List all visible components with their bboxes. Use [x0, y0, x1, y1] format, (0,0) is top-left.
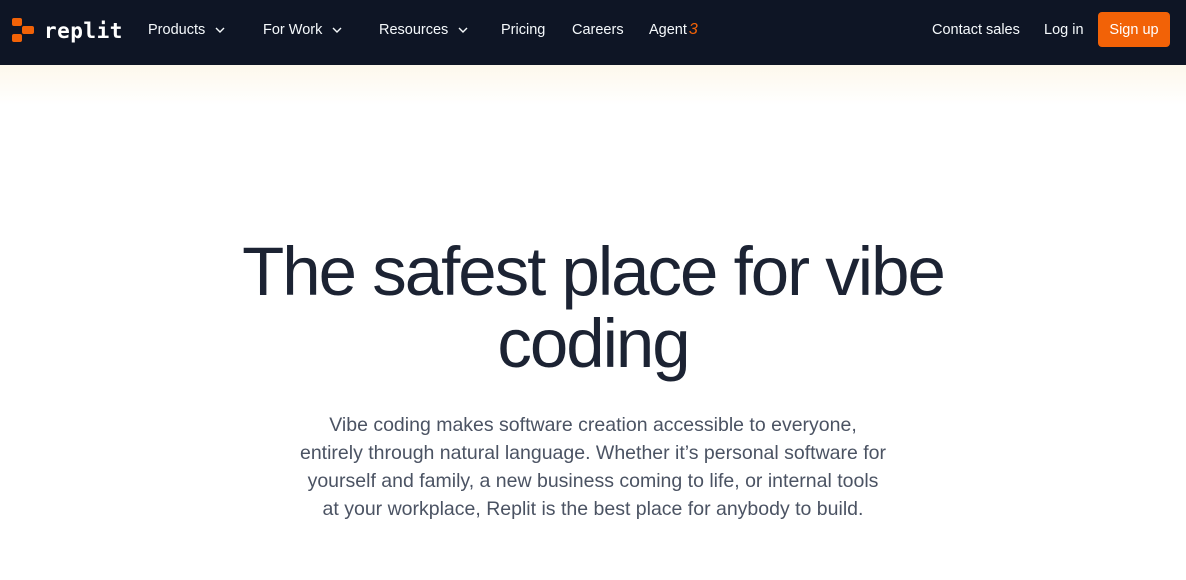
- nav-for-work[interactable]: For Work: [263, 20, 342, 40]
- nav-resources[interactable]: Resources: [379, 20, 468, 40]
- hero-subtitle: Vibe coding makes software creation acce…: [299, 414, 887, 520]
- nav-careers[interactable]: Careers: [572, 20, 624, 40]
- contact-sales-link[interactable]: Contact sales: [932, 20, 1020, 40]
- hero-title: The safest place for vibe coding: [242, 233, 946, 382]
- chevron-down-icon: [458, 25, 468, 35]
- replit-logo-icon: [12, 18, 36, 44]
- nav-agent[interactable]: Agent 3: [649, 20, 698, 40]
- sign-up-button[interactable]: Sign up: [1098, 12, 1170, 47]
- chevron-down-icon: [215, 25, 225, 35]
- header-glow: [0, 65, 1186, 105]
- log-in-link[interactable]: Log in: [1044, 20, 1084, 40]
- logo-wordmark: replit: [44, 18, 123, 43]
- nav-agent-label: Agent: [649, 22, 687, 38]
- nav-products[interactable]: Products: [148, 20, 225, 40]
- nav-products-label: Products: [148, 22, 206, 38]
- top-navigation-bar: replit Products For Work Resources Prici…: [0, 0, 1186, 65]
- nav-for-work-label: For Work: [263, 22, 323, 38]
- replit-logo[interactable]: replit: [12, 18, 123, 44]
- agent-version-badge: 3: [688, 21, 698, 38]
- nav-resources-label: Resources: [379, 22, 449, 38]
- chevron-down-icon: [332, 25, 342, 35]
- nav-pricing[interactable]: Pricing: [501, 20, 545, 40]
